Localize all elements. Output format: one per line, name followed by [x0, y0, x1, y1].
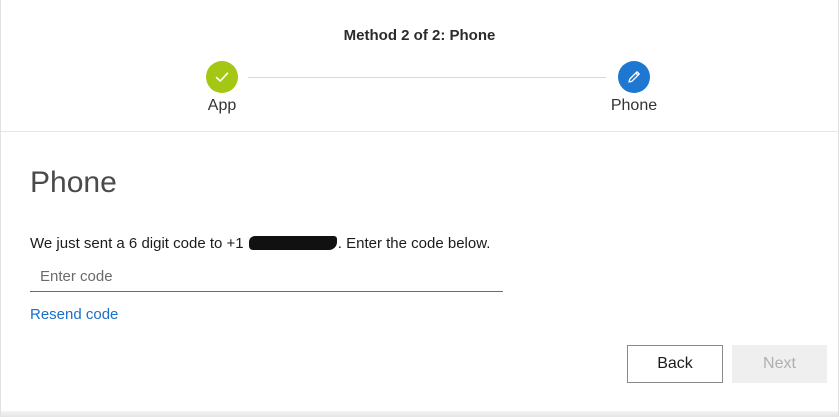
method-stepper: Method 2 of 2: Phone App Phone — [1, 0, 838, 132]
instruction-suffix: . Enter the code below. — [337, 235, 491, 252]
verification-instruction: We just sent a 6 digit code to +1 . Ente… — [30, 235, 490, 252]
checkmark-icon — [215, 72, 229, 82]
page-title: Phone — [30, 166, 117, 199]
stepper-connector-line — [248, 77, 606, 78]
step-phone-current — [618, 61, 650, 93]
step-app-label: App — [207, 97, 237, 114]
step-phone-label: Phone — [610, 97, 658, 114]
next-button[interactable]: Next — [732, 345, 827, 383]
redacted-phone-number — [248, 236, 337, 250]
back-button[interactable]: Back — [627, 345, 723, 383]
mfa-setup-page: Method 2 of 2: Phone App Phone Phone We … — [0, 0, 839, 417]
pencil-icon — [628, 71, 640, 83]
verification-code-input[interactable] — [30, 262, 503, 292]
bottom-divider — [1, 411, 838, 417]
step-app-complete — [206, 61, 238, 93]
method-title: Method 2 of 2: Phone — [343, 27, 496, 44]
instruction-prefix: We just sent a 6 digit code to +1 — [30, 235, 248, 252]
resend-code-link[interactable]: Resend code — [30, 306, 118, 323]
